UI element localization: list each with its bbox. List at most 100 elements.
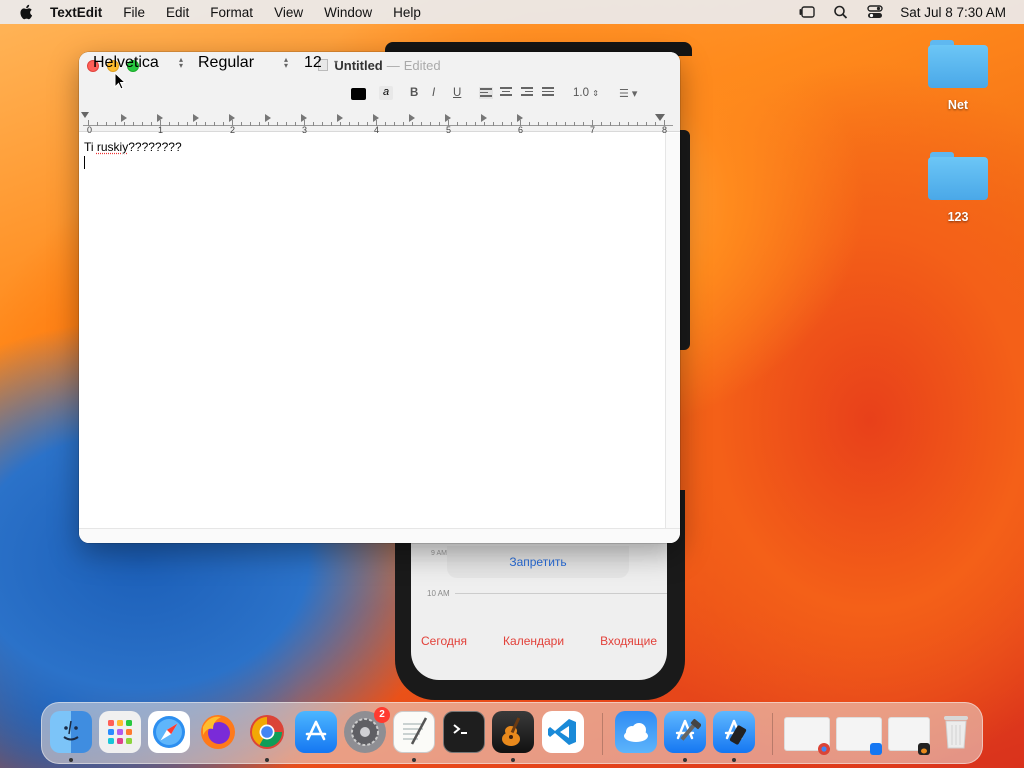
ruler-tick — [277, 122, 278, 126]
align-right-icon[interactable] — [521, 87, 535, 99]
text-color-well[interactable] — [351, 88, 366, 100]
control-center-icon[interactable] — [866, 4, 884, 20]
ruler[interactable]: 0 1 2 3 4 5 6 7 8 — [79, 110, 680, 135]
desktop-folder-123[interactable]: 123 — [918, 152, 998, 224]
ruler-tick — [385, 122, 386, 126]
launchpad-icon[interactable] — [99, 711, 141, 753]
menu-window[interactable]: Window — [324, 5, 372, 20]
desktop-folder-label: Net — [947, 98, 969, 112]
menu-help[interactable]: Help — [393, 5, 421, 20]
document-name[interactable]: Untitled — [334, 58, 382, 73]
dock-separator — [602, 713, 603, 755]
ruler-tick — [151, 122, 152, 126]
italic-button[interactable]: I — [432, 87, 435, 99]
vscode-icon[interactable] — [542, 711, 584, 753]
vertical-scrollbar[interactable] — [665, 133, 680, 528]
desktop-folder-label: 123 — [947, 210, 969, 224]
firefox-icon[interactable] — [197, 711, 239, 753]
tab-stop-icon[interactable] — [409, 114, 415, 122]
spotlight-search-icon[interactable] — [832, 4, 850, 20]
font-size-select[interactable]: 12 ▾ — [302, 54, 338, 72]
finder-icon[interactable] — [50, 711, 92, 753]
chevron-updown-icon: ▴ ▾ — [283, 55, 288, 70]
ruler-tick — [169, 122, 170, 126]
menu-view[interactable]: View — [274, 5, 303, 20]
ruler-tick — [601, 122, 602, 126]
align-justify-icon[interactable] — [542, 87, 556, 99]
align-center-icon[interactable] — [500, 87, 514, 99]
folder-icon — [928, 152, 988, 200]
deny-button[interactable]: Запретить — [447, 546, 629, 578]
ruler-tick — [178, 122, 179, 126]
textedit-icon[interactable] — [393, 711, 435, 753]
document-text-area[interactable]: Ti ruskiy???????? — [79, 133, 665, 528]
ruler-tick — [313, 122, 314, 126]
tab-today[interactable]: Сегодня — [421, 634, 467, 648]
weather-icon[interactable] — [615, 711, 657, 753]
running-indicator — [511, 758, 515, 762]
terminal-icon[interactable] — [443, 711, 485, 753]
font-size-value: 12 — [304, 54, 322, 71]
tab-stop-icon[interactable] — [337, 114, 343, 122]
minimized-window-garageband[interactable] — [888, 717, 930, 755]
tab-stop-icon[interactable] — [481, 114, 487, 122]
ruler-tick — [214, 122, 215, 126]
garageband-icon[interactable] — [492, 711, 534, 753]
title-separator: — — [386, 58, 400, 73]
menu-edit[interactable]: Edit — [166, 5, 189, 20]
tab-stop-icon[interactable] — [265, 114, 271, 122]
xcode-icon[interactable] — [664, 711, 706, 753]
menu-clock[interactable]: Sat Jul 8 7:30 AM — [900, 5, 1006, 20]
ruler-tick — [637, 122, 638, 126]
minimized-window-chrome[interactable] — [784, 717, 830, 755]
app-store-icon[interactable] — [295, 711, 337, 753]
tab-calendars[interactable]: Календари — [503, 634, 564, 648]
ruler-tick — [574, 122, 575, 126]
menu-app-name[interactable]: TextEdit — [50, 5, 102, 20]
title-bar[interactable]: Untitled — Edited Helvetica ▴ ▾ Regular ▴ ▾ … — [79, 52, 680, 135]
dock: 2 — [41, 702, 983, 764]
ruler-tick — [619, 122, 620, 126]
calendar-tab-bar: Сегодня Календари Входящие — [411, 634, 667, 648]
misspelled-word[interactable]: ruskiy — [97, 140, 128, 154]
menu-file[interactable]: File — [123, 5, 145, 20]
ruler-tick — [430, 122, 431, 126]
ruler-tick — [142, 122, 143, 126]
settings-icon[interactable]: 2 — [344, 707, 390, 753]
ruler-tick — [259, 122, 260, 126]
font-style-select[interactable]: Regular ▴ ▾ — [192, 54, 288, 72]
apple-icon[interactable] — [18, 3, 36, 21]
ruler-tick — [412, 122, 413, 126]
align-left-icon[interactable] — [479, 87, 493, 99]
list-bullets-icon[interactable]: ☰ ▾ — [619, 87, 637, 100]
trash-icon[interactable] — [935, 711, 977, 753]
running-indicator — [69, 758, 73, 762]
desktop-folder-net[interactable]: Net — [918, 40, 998, 112]
underline-button[interactable]: U — [453, 87, 461, 99]
ruler-tick — [367, 122, 368, 126]
horizontal-scrollbar[interactable] — [79, 528, 680, 543]
mouse-pointer-icon — [114, 72, 126, 90]
highlight-color-icon[interactable]: a — [379, 86, 393, 100]
dock-separator — [772, 713, 773, 755]
ruler-tick — [358, 122, 359, 126]
ruler-tick — [295, 122, 296, 126]
tab-inbox[interactable]: Входящие — [600, 634, 657, 648]
menu-format[interactable]: Format — [210, 5, 253, 20]
ruler-tick — [538, 122, 539, 126]
ruler-tick — [610, 122, 611, 126]
text-caret — [84, 156, 85, 169]
safari-icon[interactable] — [148, 711, 190, 753]
tab-stop-icon[interactable] — [121, 114, 127, 122]
chevron-updown-icon: ▴ ▾ — [178, 55, 183, 70]
font-family-select[interactable]: Helvetica ▴ ▾ — [87, 54, 183, 72]
minimized-window-xcode[interactable] — [836, 717, 882, 755]
chrome-icon[interactable] — [246, 711, 288, 753]
running-indicator — [732, 758, 736, 762]
stage-manager-icon[interactable] — [798, 4, 816, 20]
simulator-icon[interactable] — [713, 711, 755, 753]
line-spacing-select[interactable]: 1.0 ⇕ — [573, 87, 599, 99]
tab-stop-icon[interactable] — [193, 114, 199, 122]
bold-button[interactable]: B — [410, 87, 418, 99]
edited-status[interactable]: Edited — [404, 58, 441, 73]
